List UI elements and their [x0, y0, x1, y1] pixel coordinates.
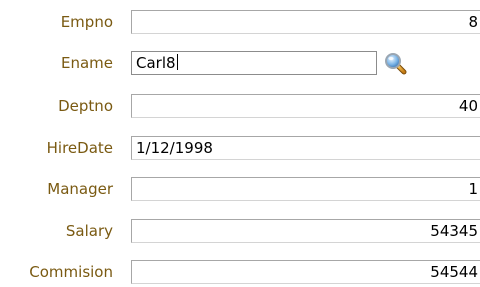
deptno-label: Deptno: [58, 97, 113, 115]
empno-field[interactable]: 8: [131, 10, 480, 34]
commision-value: 54544: [430, 263, 478, 281]
manager-label: Manager: [47, 180, 113, 198]
commision-row: Commision 54544: [0, 260, 480, 286]
hiredate-field[interactable]: 1/12/1998: [131, 136, 480, 160]
deptno-value: 40: [458, 97, 478, 115]
ename-value: Carl8: [136, 54, 176, 72]
deptno-row: Deptno 40: [0, 94, 480, 120]
empno-value: 8: [468, 13, 478, 31]
hiredate-row: HireDate 1/12/1998: [0, 136, 480, 162]
manager-field[interactable]: 1: [131, 177, 480, 201]
deptno-field[interactable]: 40: [131, 94, 480, 118]
salary-label: Salary: [65, 222, 113, 240]
empno-row: Empno 8: [0, 10, 480, 36]
salary-value: 54345: [430, 222, 478, 240]
salary-field[interactable]: 54345: [131, 219, 480, 243]
search-button[interactable]: [383, 51, 407, 75]
hiredate-value: 1/12/1998: [136, 139, 213, 157]
manager-row: Manager 1: [0, 177, 480, 203]
commision-label: Commision: [29, 263, 113, 281]
employee-form: Empno 8 Ename Carl8 Deptno 40 HireDate 1…: [0, 0, 480, 287]
hiredate-label: HireDate: [46, 139, 113, 157]
salary-row: Salary 54345: [0, 219, 480, 245]
magnifier-icon: [385, 53, 407, 75]
text-caret: [176, 54, 178, 70]
ename-row: Ename Carl8: [0, 51, 480, 77]
empno-label: Empno: [60, 13, 113, 31]
ename-label: Ename: [60, 54, 113, 72]
commision-field[interactable]: 54544: [131, 260, 480, 284]
manager-value: 1: [468, 180, 478, 198]
ename-field[interactable]: Carl8: [131, 51, 377, 75]
